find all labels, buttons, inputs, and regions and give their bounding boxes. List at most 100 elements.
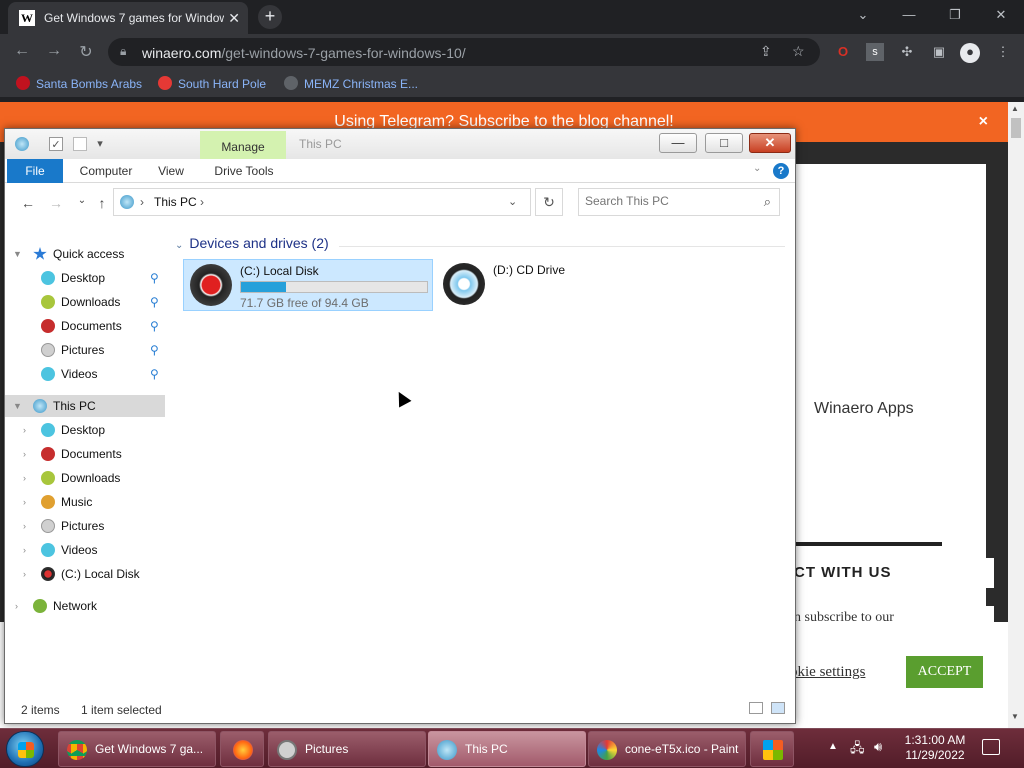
expand-ribbon-icon[interactable]: ⌄: [753, 163, 761, 174]
show-hidden-icons-icon[interactable]: ▲: [828, 741, 838, 752]
nav-this-pc[interactable]: ▼ This PC: [5, 395, 165, 417]
tab-drive-tools[interactable]: Drive Tools: [201, 159, 287, 183]
help-icon[interactable]: ?: [773, 163, 789, 179]
volume-icon[interactable]: 🔊︎: [874, 739, 882, 755]
side-panel-icon[interactable]: ▣: [930, 43, 948, 61]
taskbar-pictures[interactable]: Pictures: [268, 731, 426, 767]
chevron-right-icon[interactable]: ›: [15, 595, 18, 617]
nav-pc-pictures[interactable]: › Pictures: [5, 515, 165, 537]
extensions-puzzle-icon[interactable]: ✣: [898, 43, 916, 61]
start-button[interactable]: [6, 731, 44, 767]
clock[interactable]: 1:31:00 AM 11/29/2022: [902, 733, 968, 763]
accept-button[interactable]: ACCEPT: [906, 656, 983, 688]
chevron-right-icon[interactable]: ›: [23, 467, 26, 489]
minimize-button[interactable]: —: [886, 0, 932, 32]
refresh-button[interactable]: ↻: [535, 188, 563, 216]
chevron-right-icon[interactable]: ›: [200, 195, 204, 209]
nav-network[interactable]: › Network: [5, 595, 165, 617]
chevron-right-icon[interactable]: ›: [140, 195, 144, 209]
nav-pc-desktop[interactable]: › Desktop: [5, 419, 165, 441]
bookmark-south-hard-pole[interactable]: South Hard Pole: [158, 76, 266, 91]
nav-qa-pictures[interactable]: Pictures ⚲: [5, 339, 165, 361]
tab-close-icon[interactable]: ✕: [228, 10, 240, 27]
address-dropdown-icon[interactable]: ⌄: [508, 195, 517, 208]
chevron-down-icon[interactable]: ▼: [13, 395, 22, 417]
chevron-right-icon[interactable]: ›: [23, 563, 26, 585]
new-folder-icon[interactable]: [73, 137, 87, 151]
pin-icon[interactable]: ⚲: [150, 363, 159, 385]
chevron-down-icon[interactable]: ▼: [13, 243, 22, 265]
nav-qa-documents[interactable]: Documents ⚲: [5, 315, 165, 337]
minimize-button[interactable]: —: [659, 133, 697, 153]
taskbar-paint[interactable]: cone-eT5x.ico - Paint: [588, 731, 746, 767]
tab-manage[interactable]: Manage: [200, 131, 286, 159]
chevron-right-icon[interactable]: ›: [23, 443, 26, 465]
action-center-icon[interactable]: [982, 739, 1000, 755]
scroll-down-icon[interactable]: ▼: [1011, 712, 1019, 721]
nav-qa-desktop[interactable]: Desktop ⚲: [5, 267, 165, 289]
qat-dropdown-icon[interactable]: ▾: [93, 137, 107, 151]
nav-pc-music[interactable]: › Music: [5, 491, 165, 513]
bookmark-star-icon[interactable]: ☆: [792, 43, 805, 60]
maximize-button[interactable]: □: [705, 133, 743, 153]
large-icons-view-icon[interactable]: [771, 702, 785, 714]
drive-c[interactable]: (C:) Local Disk 71.7 GB free of 94.4 GB: [183, 259, 433, 311]
menu-dots-icon[interactable]: ⋮: [994, 43, 1012, 61]
bookmark-memz[interactable]: MEMZ Christmas E...: [284, 76, 418, 91]
nav-pc-local-disk[interactable]: › (C:) Local Disk: [5, 563, 165, 585]
details-view-icon[interactable]: [749, 702, 763, 714]
new-tab-button[interactable]: +: [258, 5, 282, 29]
close-window-button[interactable]: ✕: [978, 0, 1024, 32]
nav-pc-downloads[interactable]: › Downloads: [5, 467, 165, 489]
forward-icon[interactable]: →: [44, 42, 64, 60]
chevron-right-icon[interactable]: ›: [23, 491, 26, 513]
banner-close-icon[interactable]: ×: [979, 102, 988, 142]
pin-icon[interactable]: ⚲: [150, 315, 159, 337]
chevron-right-icon[interactable]: ›: [23, 539, 26, 561]
address-bar[interactable]: 🔒︎ winaero.com/get-windows-7-games-for-w…: [108, 38, 820, 66]
taskbar-this-pc[interactable]: This PC: [428, 731, 586, 767]
chevron-right-icon[interactable]: ›: [23, 419, 26, 441]
s-extension-icon[interactable]: s: [866, 43, 884, 61]
tab-view[interactable]: View: [149, 159, 193, 183]
tab-search-icon[interactable]: ⌄: [840, 0, 886, 32]
back-arrow-icon[interactable]: ←: [21, 195, 35, 211]
nav-qa-downloads[interactable]: Downloads ⚲: [5, 291, 165, 313]
tab-computer[interactable]: Computer: [71, 159, 141, 183]
pin-icon[interactable]: ⚲: [150, 291, 159, 313]
opera-extension-icon[interactable]: O: [834, 43, 852, 61]
profile-avatar-icon[interactable]: ●: [960, 43, 980, 63]
address-box[interactable]: › This PC › ⌄: [113, 188, 531, 216]
drive-d[interactable]: (D:) CD Drive: [437, 259, 597, 311]
nav-qa-videos[interactable]: Videos ⚲: [5, 363, 165, 385]
page-scrollbar[interactable]: ▲ ▼: [1008, 102, 1024, 728]
pin-icon[interactable]: ⚲: [150, 267, 159, 289]
breadcrumb-this-pc[interactable]: This PC: [154, 195, 197, 209]
nav-pc-videos[interactable]: › Videos: [5, 539, 165, 561]
forward-arrow-icon[interactable]: →: [49, 195, 63, 211]
back-icon[interactable]: ←: [12, 42, 32, 60]
restore-button[interactable]: ❐: [932, 0, 978, 32]
reload-icon[interactable]: ↻: [76, 42, 96, 62]
chevron-down-icon[interactable]: ⌄: [175, 240, 183, 251]
explorer-title-bar[interactable]: ✓ ▾ Manage This PC — □ ✕: [5, 129, 795, 159]
winaero-apps-label[interactable]: Winaero Apps: [814, 400, 914, 418]
up-arrow-icon[interactable]: ↑: [95, 195, 109, 211]
taskbar-store[interactable]: [750, 731, 794, 767]
scroll-thumb[interactable]: [1011, 118, 1021, 138]
browser-tab[interactable]: W Get Windows 7 games for Windows 10 ✕: [8, 2, 248, 34]
cookie-settings-link[interactable]: okie settings: [790, 664, 865, 681]
nav-quick-access[interactable]: ▼ Quick access: [5, 243, 165, 265]
tab-file[interactable]: File: [7, 159, 63, 183]
close-button[interactable]: ✕: [749, 133, 791, 153]
properties-icon[interactable]: ✓: [49, 137, 63, 151]
search-box[interactable]: ⌕: [578, 188, 780, 216]
search-input[interactable]: [585, 194, 745, 208]
chevron-right-icon[interactable]: ›: [23, 515, 26, 537]
bookmark-santa-bombs[interactable]: Santa Bombs Arabs: [16, 76, 142, 91]
pin-icon[interactable]: ⚲: [150, 339, 159, 361]
group-header[interactable]: ⌄ Devices and drives (2): [175, 235, 329, 251]
nav-pc-documents[interactable]: › Documents: [5, 443, 165, 465]
share-icon[interactable]: ⇪: [760, 43, 772, 60]
network-tray-icon[interactable]: 🖧︎: [850, 739, 865, 761]
